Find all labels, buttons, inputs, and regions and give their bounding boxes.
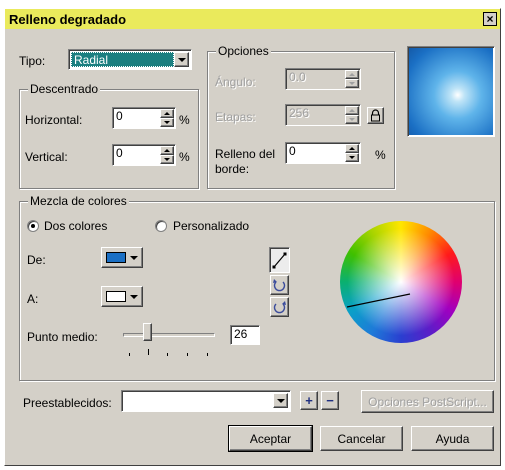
- a-color-swatch: [106, 291, 126, 302]
- lock-icon: [371, 109, 380, 122]
- dialog-title: Relleno degradado: [9, 11, 127, 27]
- horizontal-label: Horizontal:: [25, 113, 83, 127]
- color-wheel[interactable]: [340, 221, 462, 343]
- direct-path-icon: [272, 252, 287, 269]
- borde-unit: %: [375, 148, 386, 162]
- add-preset-button[interactable]: +: [300, 391, 318, 410]
- spin-up-icon[interactable]: [345, 144, 359, 153]
- vertical-label: Vertical:: [25, 150, 68, 164]
- vertical-unit: %: [179, 150, 190, 164]
- close-icon: ×: [486, 12, 494, 26]
- angulo-label: Ángulo:: [215, 75, 256, 89]
- etapas-input[interactable]: 256: [285, 104, 361, 126]
- horizontal-unit: %: [179, 113, 190, 127]
- angulo-spinner[interactable]: [345, 70, 359, 88]
- opciones-title: Opciones: [216, 44, 271, 58]
- borde-input[interactable]: 0: [285, 142, 361, 164]
- aceptar-button[interactable]: Aceptar: [228, 425, 313, 452]
- spin-up-icon[interactable]: [160, 109, 174, 118]
- descentrado-title: Descentrado: [28, 82, 101, 96]
- spin-up-icon[interactable]: [345, 106, 359, 115]
- borde-value: 0: [289, 144, 296, 158]
- radio-dos-colores[interactable]: [27, 220, 39, 232]
- chevron-down-icon: [130, 256, 138, 260]
- ayuda-button[interactable]: Ayuda: [411, 426, 494, 451]
- radio-selected-dot: [31, 224, 35, 228]
- radio-personalizado-label[interactable]: Personalizado: [173, 219, 249, 233]
- preview-swatch: [409, 48, 493, 135]
- angulo-value: 0.0: [289, 70, 306, 84]
- slider-tick: [148, 349, 149, 355]
- color-wheel-path-line: [346, 293, 411, 308]
- preestablecidos-label: Preestablecidos:: [23, 396, 112, 410]
- de-label: De:: [27, 253, 46, 267]
- preestablecidos-select[interactable]: [121, 390, 291, 412]
- spin-down-icon[interactable]: [345, 153, 359, 162]
- etapas-spinner[interactable]: [345, 106, 359, 124]
- borde-label-line2: borde:: [215, 162, 250, 176]
- tipo-label: Tipo:: [19, 54, 46, 68]
- gradient-preview: [407, 46, 495, 137]
- tipo-dropdown-button[interactable]: [174, 52, 189, 67]
- de-color-picker[interactable]: [101, 247, 143, 268]
- spin-down-icon[interactable]: [160, 155, 174, 164]
- borde-spinner[interactable]: [345, 144, 359, 162]
- slider-tick: [167, 353, 168, 356]
- mezcla-title: Mezcla de colores: [28, 194, 129, 208]
- counterclockwise-path-button[interactable]: [270, 275, 289, 295]
- slider-tick: [207, 353, 208, 356]
- cancelar-button[interactable]: Cancelar: [320, 426, 403, 451]
- a-color-picker[interactable]: [101, 286, 143, 307]
- clockwise-path-button[interactable]: [270, 297, 289, 317]
- direct-path-button[interactable]: [269, 247, 290, 273]
- plus-icon: +: [305, 393, 313, 408]
- borde-label-line1: Relleno del: [215, 147, 276, 161]
- de-color-swatch: [106, 252, 126, 263]
- radio-personalizado[interactable]: [155, 220, 167, 232]
- spin-up-icon[interactable]: [345, 70, 359, 79]
- minus-icon: −: [326, 393, 334, 408]
- postscript-options-button[interactable]: Opciones PostScript...: [361, 390, 494, 413]
- tipo-select[interactable]: Radial: [68, 49, 192, 70]
- radio-dos-colores-label[interactable]: Dos colores: [44, 219, 107, 233]
- chevron-down-icon: [130, 295, 138, 299]
- punto-medio-value: 26: [234, 327, 248, 341]
- vertical-spinner[interactable]: [160, 146, 174, 164]
- tipo-value: Radial: [74, 53, 109, 67]
- punto-medio-label: Punto medio:: [27, 330, 98, 344]
- gradient-fill-dialog: Relleno degradado × Tipo: Radial Descent…: [4, 8, 501, 466]
- slider-tick: [129, 353, 130, 356]
- spin-down-icon[interactable]: [345, 79, 359, 88]
- horizontal-input[interactable]: 0: [112, 107, 176, 129]
- vertical-input[interactable]: 0: [112, 144, 176, 166]
- etapas-label: Etapas:: [215, 110, 256, 124]
- chevron-down-icon: [276, 398, 285, 403]
- close-button[interactable]: ×: [483, 12, 497, 26]
- remove-preset-button[interactable]: −: [321, 391, 339, 410]
- spin-down-icon[interactable]: [160, 118, 174, 127]
- horizontal-value: 0: [116, 109, 123, 123]
- slider-tick: [187, 353, 188, 356]
- counterclockwise-path-icon: [273, 279, 286, 292]
- clockwise-path-icon: [273, 301, 286, 314]
- vertical-value: 0: [116, 146, 123, 160]
- punto-medio-thumb[interactable]: [143, 323, 152, 341]
- chevron-down-icon: [177, 57, 186, 62]
- angulo-input[interactable]: 0.0: [285, 68, 361, 90]
- punto-medio-track[interactable]: [123, 333, 215, 337]
- tipo-selected-highlight: Radial: [71, 52, 174, 67]
- preestablecidos-dropdown-button[interactable]: [273, 393, 288, 408]
- punto-medio-input[interactable]: 26: [230, 325, 260, 345]
- title-bar[interactable]: Relleno degradado ×: [5, 9, 500, 29]
- a-label: A:: [27, 292, 39, 306]
- horizontal-spinner[interactable]: [160, 109, 174, 127]
- lock-button[interactable]: [367, 107, 384, 124]
- spin-down-icon[interactable]: [345, 115, 359, 124]
- spin-up-icon[interactable]: [160, 146, 174, 155]
- etapas-value: 256: [289, 106, 310, 120]
- descentrado-group: Descentrado: [19, 82, 199, 189]
